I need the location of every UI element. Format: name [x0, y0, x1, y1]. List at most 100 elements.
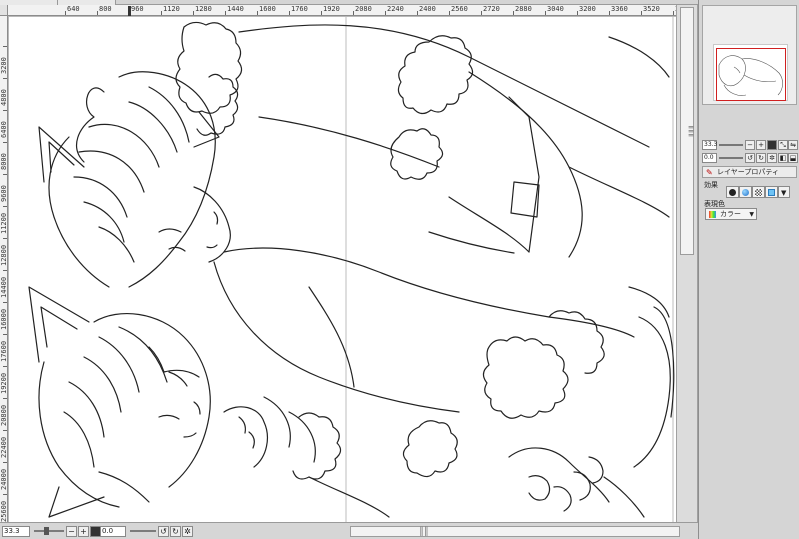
ruler-tick	[97, 11, 98, 15]
vertical-scrollbar[interactable]: ═ ═ ═	[676, 5, 698, 522]
zoom-out-icon[interactable]: −	[66, 526, 77, 537]
ruler-tick	[577, 11, 578, 15]
ruler-tick	[385, 11, 386, 15]
ruler-label: 3520	[643, 5, 660, 13]
rotation-slider[interactable]	[130, 530, 156, 532]
zoom-in-icon[interactable]: +	[756, 140, 766, 150]
ruler-tick	[3, 462, 7, 463]
tone-effect-button[interactable]	[752, 186, 765, 198]
ruler-label: 22400	[0, 436, 8, 458]
pen-icon: ✎	[706, 168, 713, 177]
ruler-tick	[289, 11, 290, 15]
ruler-tick	[3, 110, 7, 111]
ruler-label: 2240	[387, 5, 404, 13]
ruler-tick	[641, 11, 642, 15]
ruler-tick	[3, 238, 7, 239]
ruler-tick	[3, 494, 7, 495]
ruler-label: 24000	[0, 468, 8, 490]
horizontal-ruler: 640 800 960 1120 1280 1440 1600 1760 1920 2080 224…	[8, 5, 676, 16]
rotation-value-field[interactable]: 0.0	[100, 526, 126, 537]
ruler-tick	[353, 11, 354, 15]
reset-rotation-icon[interactable]: ✲	[182, 526, 193, 537]
ruler-tick	[3, 142, 7, 143]
navigator-rotation-field[interactable]: 0.0	[702, 153, 717, 163]
ruler-tick	[3, 78, 7, 79]
rotate-right-icon[interactable]: ↻	[756, 153, 766, 163]
circle-icon	[729, 189, 736, 196]
ruler-label: 3200	[0, 57, 8, 74]
navigator-controls: 33.3 − + ⤡ ⇋ 0.0 ↺ ↻ ✲ ◧ ⬓	[702, 138, 798, 166]
ruler-label: 19200	[0, 372, 8, 394]
ruler-tick	[3, 302, 7, 303]
fit-window-icon[interactable]	[767, 140, 777, 150]
right-panel: 33.3 − + ⤡ ⇋ 0.0 ↺ ↻ ✲ ◧ ⬓ ✎ レイヤープロパティ 効…	[698, 0, 799, 539]
navigator-view-rect[interactable]	[716, 48, 786, 101]
scrollbar-thumb[interactable]: ═ ═ ═	[680, 7, 694, 255]
grip-icon: ║║	[419, 527, 429, 536]
chevron-down-icon: ▼	[781, 189, 787, 197]
layer-property-tab[interactable]: ✎ レイヤープロパティ	[702, 166, 797, 178]
ruler-tick	[481, 11, 482, 15]
navigator-zoom-slider[interactable]	[719, 144, 743, 146]
drawing-canvas[interactable]	[9, 17, 676, 522]
ruler-tick	[65, 11, 66, 15]
ruler-label: 3040	[547, 5, 564, 13]
rotate-left-icon[interactable]: ↺	[745, 153, 755, 163]
ruler-label: 16000	[0, 308, 8, 330]
zoom-out-icon[interactable]: −	[745, 140, 755, 150]
ruler-label: 2720	[483, 5, 500, 13]
zoom-slider[interactable]	[34, 530, 64, 532]
border-effect-button[interactable]	[726, 186, 739, 198]
reset-rotation-icon[interactable]: ✲	[767, 153, 777, 163]
ruler-tick	[161, 11, 162, 15]
ruler-label: 20800	[0, 404, 8, 426]
status-bar: 33.3 − + 0.0 ↺ ↻ ✲ ║║	[0, 522, 698, 539]
ruler-corner	[0, 5, 8, 16]
ruler-tick	[193, 11, 194, 15]
watercolor-effect-button[interactable]	[739, 186, 752, 198]
ruler-tick	[3, 46, 7, 47]
ruler-label: 2880	[515, 5, 532, 13]
ruler-label: 17600	[0, 340, 8, 362]
ruler-position-marker	[128, 6, 131, 16]
effect-dropdown-button[interactable]: ▼	[778, 186, 790, 198]
zoom-slider-knob[interactable]	[44, 527, 49, 535]
ruler-label: 9600	[0, 185, 8, 202]
navigator-zoom-field[interactable]: 33.3	[702, 140, 717, 150]
rotate-left-icon[interactable]: ↺	[158, 526, 169, 537]
ruler-tick	[3, 270, 7, 271]
ruler-tick	[513, 11, 514, 15]
flip-horizontal-icon[interactable]: ◧	[778, 153, 788, 163]
horizontal-scrollbar[interactable]: ║║	[350, 526, 680, 537]
ruler-tick	[3, 366, 7, 367]
flip-icon[interactable]: ⇋	[788, 140, 798, 150]
expression-color-select[interactable]: カラー ▼	[705, 208, 757, 220]
expression-color-value: カラー	[720, 210, 741, 218]
ruler-label: 1120	[163, 5, 180, 13]
rotate-right-icon[interactable]: ↻	[170, 526, 181, 537]
color-square-icon	[768, 189, 775, 196]
ruler-tick	[225, 11, 226, 15]
color-swatch-icon	[709, 211, 716, 218]
ruler-label: 4800	[0, 89, 8, 106]
ruler-tick	[609, 11, 610, 15]
ruler-label: 25600	[0, 500, 8, 522]
ruler-label: 14400	[0, 276, 8, 298]
zoom-value-field[interactable]: 33.3	[2, 526, 30, 537]
ruler-tick	[449, 11, 450, 15]
ruler-tick	[3, 206, 7, 207]
flip-vertical-icon[interactable]: ⬓	[788, 153, 798, 163]
ruler-label: 1920	[323, 5, 340, 13]
ruler-label: 8000	[0, 153, 8, 170]
grip-icon: ═ ═ ═	[688, 123, 694, 140]
ruler-label: 3200	[579, 5, 596, 13]
ruler-label: 960	[131, 5, 144, 13]
actual-size-icon[interactable]: ⤡	[778, 140, 788, 150]
ruler-tick	[3, 334, 7, 335]
ruler-label: 2400	[419, 5, 436, 13]
navigator-rotation-slider[interactable]	[719, 157, 743, 159]
zoom-in-icon[interactable]: +	[78, 526, 89, 537]
effect-label: 効果	[704, 181, 718, 189]
layer-color-effect-button[interactable]	[765, 186, 778, 198]
blue-circle-icon	[742, 189, 749, 196]
